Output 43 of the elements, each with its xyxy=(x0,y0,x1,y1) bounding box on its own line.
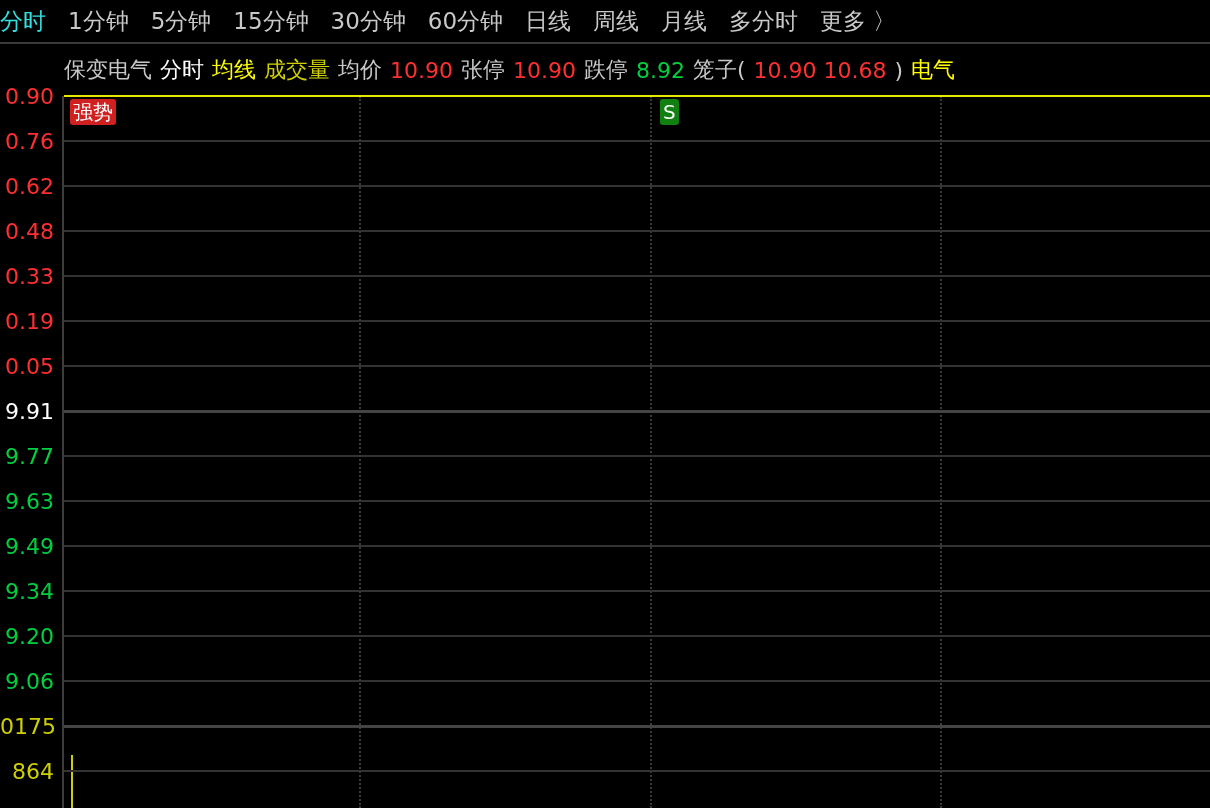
signal-badge: 强势 xyxy=(70,99,116,125)
info-text: 笼子( xyxy=(692,56,746,84)
info-text: 10.90 xyxy=(513,57,576,83)
axis-label: 9.06 xyxy=(4,668,55,696)
period-tab[interactable]: 日线 xyxy=(525,5,572,37)
axis-label: 0.90 xyxy=(4,83,55,111)
period-tab[interactable]: 多分时 xyxy=(729,5,799,37)
period-tab[interactable]: 月线 xyxy=(661,5,708,37)
axis-label: 0.33 xyxy=(4,263,55,291)
info-text: 均价 xyxy=(338,56,382,84)
info-text: ) xyxy=(894,57,904,83)
axis-label: 0175 xyxy=(0,713,57,741)
axis-label: 9.49 xyxy=(4,533,55,561)
period-tab[interactable]: 周线 xyxy=(593,5,640,37)
axis-label: 0.05 xyxy=(4,353,55,381)
axis-label: 0.19 xyxy=(4,308,55,336)
info-text: 电气 xyxy=(911,56,956,84)
info-text: 均线 xyxy=(212,56,256,84)
axis-label: 9.34 xyxy=(4,578,55,606)
info-text: 张停 xyxy=(461,56,505,84)
info-text: 分时 xyxy=(160,56,204,84)
axis-label: 0.62 xyxy=(4,173,55,201)
period-tab[interactable]: 1分钟 xyxy=(68,5,129,37)
axis-label: 0.76 xyxy=(4,128,55,156)
info-text: 成交量 xyxy=(264,56,330,84)
period-tab[interactable]: 更多 〉 xyxy=(820,5,897,37)
axis-label: 9.63 xyxy=(4,488,55,516)
info-text: 8.92 xyxy=(635,57,685,83)
info-text: 跌停 xyxy=(583,56,628,84)
axis-label: 0.48 xyxy=(4,218,55,246)
axis-label: 9.91 xyxy=(4,398,55,426)
period-tab[interactable]: 30分钟 xyxy=(330,5,406,37)
info-text: 10.90 xyxy=(390,57,453,83)
axis-label: 864 xyxy=(11,758,55,786)
info-text: 10.90 10.68 xyxy=(753,57,887,83)
axis-label: 9.20 xyxy=(4,623,55,651)
signal-badge: S xyxy=(660,99,679,125)
period-tab[interactable]: 5分钟 xyxy=(150,5,212,37)
period-tab[interactable]: 分时 xyxy=(0,5,46,37)
period-tab[interactable]: 15分钟 xyxy=(233,5,309,37)
info-text: 保变电气 xyxy=(64,56,152,84)
axis-label: 9.77 xyxy=(4,443,55,471)
period-tab[interactable]: 60分钟 xyxy=(427,5,504,37)
